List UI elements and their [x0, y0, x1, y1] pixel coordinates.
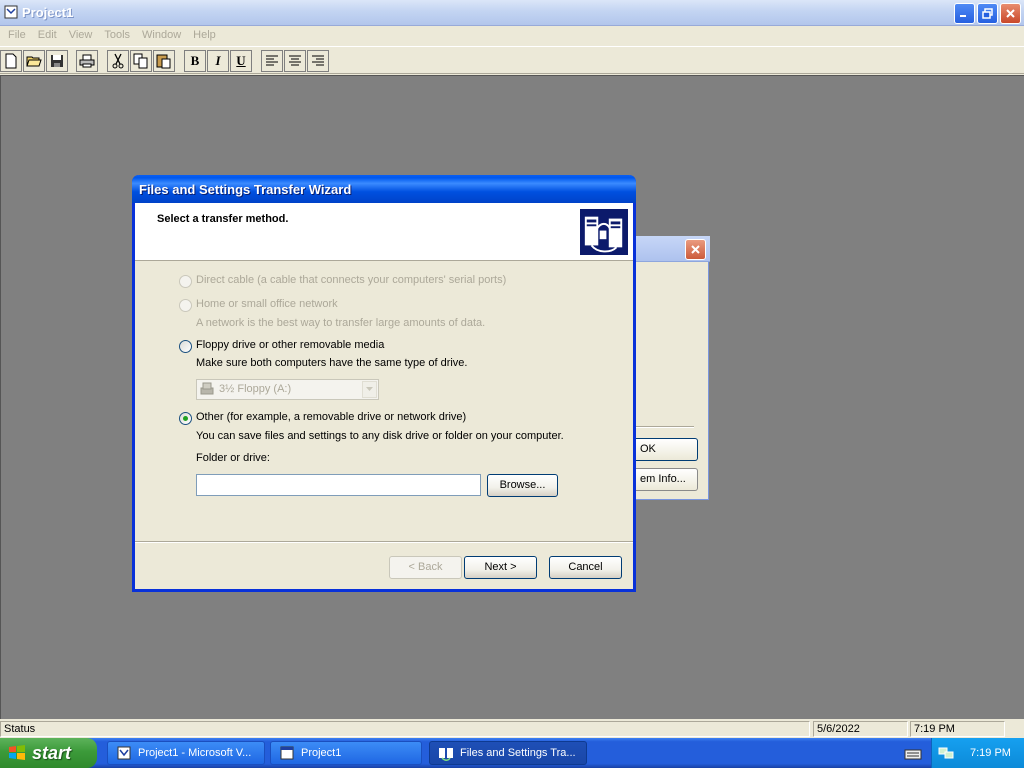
start-button[interactable]: start [0, 738, 97, 768]
menu-view[interactable]: View [63, 26, 99, 45]
wizard-header: Select a transfer method. [135, 203, 633, 261]
form-window-icon [280, 746, 294, 760]
print-button[interactable] [76, 50, 98, 72]
close-icon [1006, 9, 1015, 18]
menu-file[interactable]: File [2, 26, 32, 45]
align-center-icon [289, 55, 301, 66]
minimize-icon [960, 15, 966, 17]
app-titlebar: Project1 [0, 0, 1024, 26]
taskbar-item-vb-ide[interactable]: Project1 - Microsoft V... [107, 741, 265, 765]
status-panel-time: 7:19 PM [910, 721, 1005, 737]
taskbar: start Project1 - Microsoft V... Project1… [0, 738, 1024, 768]
windows-logo-icon [9, 745, 25, 760]
background-dialog: OK em Info... [625, 236, 710, 500]
background-dialog-titlebar [626, 236, 710, 262]
statusbar: Status 5/6/2022 7:19 PM [0, 720, 1024, 738]
next-button[interactable]: Next > [464, 556, 537, 579]
menu-window[interactable]: Window [136, 26, 187, 45]
background-ok-button[interactable]: OK [626, 438, 698, 461]
direct-cable-radio[interactable] [179, 275, 192, 288]
close-button[interactable] [1000, 3, 1021, 24]
direct-cable-label: Direct cable (a cable that connects your… [196, 274, 507, 286]
menubar: File Edit View Tools Window Help [0, 26, 1024, 45]
transfer-computers-icon [579, 208, 629, 256]
align-right-button[interactable] [307, 50, 329, 72]
home-network-radio[interactable] [179, 299, 192, 312]
keyboard-icon[interactable] [904, 745, 922, 761]
status-panel-date: 5/6/2022 [813, 721, 908, 737]
italic-button[interactable]: I [207, 50, 229, 72]
taskbar-item-label: Project1 - Microsoft V... [138, 747, 252, 759]
print-icon [79, 54, 95, 68]
close-icon [691, 245, 700, 254]
taskbar-item-project1[interactable]: Project1 [270, 741, 422, 765]
wizard-titlebar: Files and Settings Transfer Wizard [132, 175, 636, 203]
system-tray: 7:19 PM [931, 738, 1024, 768]
new-document-icon [5, 53, 17, 69]
browse-button[interactable]: Browse... [487, 474, 558, 497]
transfer-wizard-icon [439, 748, 453, 761]
taskbar-item-transfer-wizard[interactable]: Files and Settings Tra... [429, 741, 587, 765]
paste-icon [156, 54, 171, 69]
align-left-icon [266, 55, 278, 66]
taskbar-item-label: Files and Settings Tra... [460, 747, 576, 759]
folder-or-drive-label: Folder or drive: [196, 452, 270, 464]
save-button[interactable] [46, 50, 68, 72]
save-icon [51, 55, 63, 67]
taskbar-item-label: Project1 [301, 747, 342, 759]
wizard-button-separator [135, 541, 633, 543]
cut-button[interactable] [107, 50, 129, 72]
align-left-button[interactable] [261, 50, 283, 72]
app-icon [4, 5, 18, 19]
floppy-drive-value: 3½ Floppy (A:) [219, 383, 292, 395]
network-icon[interactable] [938, 745, 954, 761]
other-label: Other (for example, a removable drive or… [196, 411, 467, 423]
restore-icon [982, 8, 993, 19]
underline-button[interactable]: U [230, 50, 252, 72]
background-dialog-close-button[interactable] [685, 239, 706, 260]
back-button[interactable]: < Back [389, 556, 462, 579]
background-info-button[interactable]: em Info... [626, 468, 698, 491]
floppy-drive-icon [200, 382, 214, 395]
restore-button[interactable] [977, 3, 998, 24]
align-center-button[interactable] [284, 50, 306, 72]
floppy-drive-select[interactable]: 3½ Floppy (A:) [196, 379, 379, 400]
copy-icon [133, 53, 148, 69]
vb-project-icon [117, 746, 131, 760]
app-title: Project1 [22, 5, 74, 20]
floppy-label: Floppy drive or other removable media [196, 339, 385, 351]
folder-path-input[interactable] [196, 474, 481, 496]
bold-button[interactable]: B [184, 50, 206, 72]
menu-help[interactable]: Help [187, 26, 222, 45]
menu-edit[interactable]: Edit [32, 26, 63, 45]
menu-tools[interactable]: Tools [98, 26, 136, 45]
chevron-down-icon[interactable] [362, 381, 377, 398]
other-description: You can save files and settings to any d… [196, 430, 564, 442]
open-folder-icon [26, 56, 42, 67]
cut-icon [112, 53, 124, 69]
other-radio[interactable] [179, 412, 192, 425]
cancel-button[interactable]: Cancel [549, 556, 622, 579]
background-dialog-separator [636, 426, 694, 428]
minimize-button[interactable] [954, 3, 975, 24]
open-button[interactable] [23, 50, 45, 72]
toolbar: B I U [0, 46, 1024, 74]
start-label: start [32, 742, 72, 763]
home-network-label: Home or small office network [196, 298, 338, 310]
wizard-step-title: Select a transfer method. [157, 213, 289, 225]
floppy-description: Make sure both computers have the same t… [196, 357, 468, 369]
transfer-wizard-dialog: Files and Settings Transfer Wizard Selec… [132, 175, 636, 592]
tray-clock[interactable]: 7:19 PM [970, 747, 1011, 759]
home-network-description: A network is the best way to transfer la… [196, 317, 486, 329]
align-right-icon [312, 55, 324, 66]
floppy-radio[interactable] [179, 340, 192, 353]
paste-button[interactable] [153, 50, 175, 72]
copy-button[interactable] [130, 50, 152, 72]
new-button[interactable] [0, 50, 22, 72]
status-panel-text: Status [0, 721, 810, 737]
wizard-title: Files and Settings Transfer Wizard [139, 182, 352, 197]
